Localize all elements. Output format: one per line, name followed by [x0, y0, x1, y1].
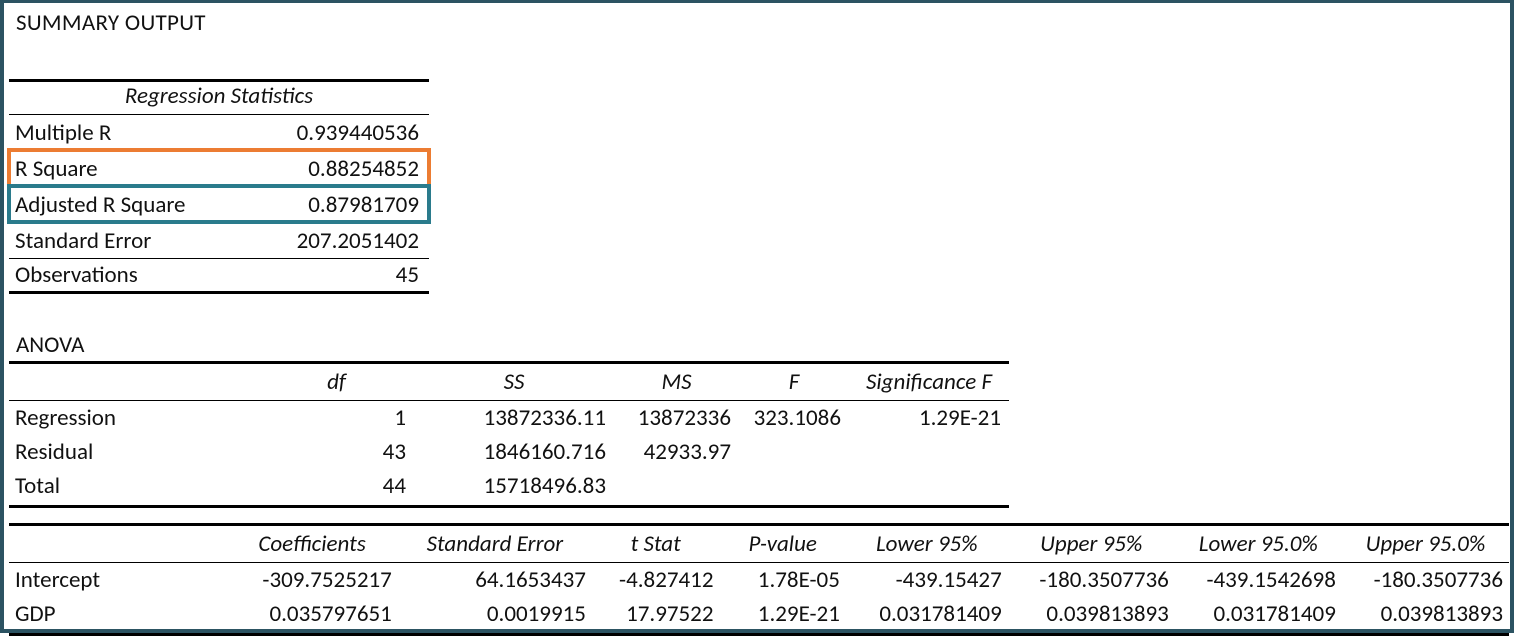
coef-cell: 1.29E-21 — [720, 597, 846, 635]
anova-cell — [614, 469, 739, 507]
regstat-row-rsquare-highlight: R Square 0.88254852 — [9, 150, 429, 186]
regstat-row-adjrsq-highlight: Adjusted R Square 0.87981709 — [9, 186, 429, 222]
regstat-value: 0.939440536 — [259, 119, 429, 147]
coef-row: Intercept -309.7525217 64.1653437 -4.827… — [9, 563, 1509, 598]
anova-hdr-ms: MS — [614, 363, 739, 401]
regstat-label: Observations — [9, 261, 259, 289]
anova-cell: 43 — [259, 435, 414, 469]
coef-hdr-p: P-value — [720, 525, 846, 563]
anova-row: Total 44 15718496.83 — [9, 469, 1009, 507]
coef-hdr-l950: Lower 95.0% — [1175, 525, 1342, 563]
regstat-label: Adjusted R Square — [9, 191, 259, 219]
coef-row: GDP 0.035797651 0.0019915 17.97522 1.29E… — [9, 597, 1509, 635]
coefficients-table: Coefficients Standard Error t Stat P-val… — [9, 523, 1509, 636]
coef-hdr-se: Standard Error — [398, 525, 592, 563]
anova-hdr-ss: SS — [414, 363, 614, 401]
coef-cell: -4.827412 — [592, 563, 720, 598]
regression-stats-block: Regression Statistics Multiple R 0.93944… — [9, 79, 429, 294]
anova-cell — [849, 435, 1009, 469]
anova-cell: 15718496.83 — [414, 469, 614, 507]
anova-cell: 13872336.11 — [414, 401, 614, 436]
anova-cell: 42933.97 — [614, 435, 739, 469]
anova-header-row: df SS MS F Significance F — [9, 363, 1009, 401]
coef-cell: 17.97522 — [592, 597, 720, 635]
coef-cell: 0.031781409 — [846, 597, 1008, 635]
output-frame: SUMMARY OUTPUT Regression Statistics Mul… — [0, 0, 1514, 633]
anova-cell: 1 — [259, 401, 414, 436]
regstat-value: 207.2051402 — [259, 227, 429, 255]
regstat-label: Multiple R — [9, 119, 259, 147]
regstat-row: Standard Error 207.2051402 — [9, 222, 429, 258]
anova-hdr-df: df — [259, 363, 414, 401]
coef-cell: -180.3507736 — [1342, 563, 1509, 598]
anova-table: df SS MS F Significance F Regression 1 1… — [9, 361, 1009, 508]
regstat-value: 0.88254852 — [259, 155, 429, 183]
anova-cell — [739, 435, 849, 469]
anova-cell: 13872336 — [614, 401, 739, 436]
coef-cell: -309.7525217 — [226, 563, 398, 598]
anova-heading: ANOVA — [16, 331, 84, 359]
coef-hdr-t: t Stat — [592, 525, 720, 563]
anova-row-name: Residual — [9, 435, 259, 469]
anova-row-name: Total — [9, 469, 259, 507]
anova-hdr-sigf: Significance F — [849, 363, 1009, 401]
coef-cell: 0.031781409 — [1175, 597, 1342, 635]
coef-cell: 0.035797651 — [226, 597, 398, 635]
regstat-value: 45 — [259, 261, 429, 289]
summary-output-title: SUMMARY OUTPUT — [16, 9, 206, 37]
regstat-row: Multiple R 0.939440536 — [9, 114, 429, 150]
coef-hdr-u950: Upper 95.0% — [1342, 525, 1509, 563]
anova-cell — [849, 469, 1009, 507]
coef-cell: -180.3507736 — [1008, 563, 1175, 598]
coef-row-name: GDP — [9, 597, 226, 635]
anova-row: Residual 43 1846160.716 42933.97 — [9, 435, 1009, 469]
regstat-label: Standard Error — [9, 227, 259, 255]
coef-cell: 64.1653437 — [398, 563, 592, 598]
coef-cell: 0.039813893 — [1342, 597, 1509, 635]
anova-cell: 44 — [259, 469, 414, 507]
coef-cell: 0.0019915 — [398, 597, 592, 635]
coef-hdr-coef: Coefficients — [226, 525, 398, 563]
anova-cell — [739, 469, 849, 507]
regstat-row: Observations 45 — [9, 258, 429, 294]
coef-cell: 1.78E-05 — [720, 563, 846, 598]
coef-row-name: Intercept — [9, 563, 226, 598]
coef-cell: -439.1542698 — [1175, 563, 1342, 598]
regstat-value: 0.87981709 — [259, 191, 429, 219]
anova-hdr-f: F — [739, 363, 849, 401]
coef-cell: -439.15427 — [846, 563, 1008, 598]
anova-row: Regression 1 13872336.11 13872336 323.10… — [9, 401, 1009, 436]
coef-hdr-l95: Lower 95% — [846, 525, 1008, 563]
regression-stats-heading: Regression Statistics — [9, 79, 429, 114]
anova-cell: 1.29E-21 — [849, 401, 1009, 436]
coef-hdr-u95: Upper 95% — [1008, 525, 1175, 563]
coef-header-row: Coefficients Standard Error t Stat P-val… — [9, 525, 1509, 563]
coef-cell: 0.039813893 — [1008, 597, 1175, 635]
anova-cell: 323.1086 — [739, 401, 849, 436]
anova-cell: 1846160.716 — [414, 435, 614, 469]
regstat-label: R Square — [9, 155, 259, 183]
anova-row-name: Regression — [9, 401, 259, 436]
